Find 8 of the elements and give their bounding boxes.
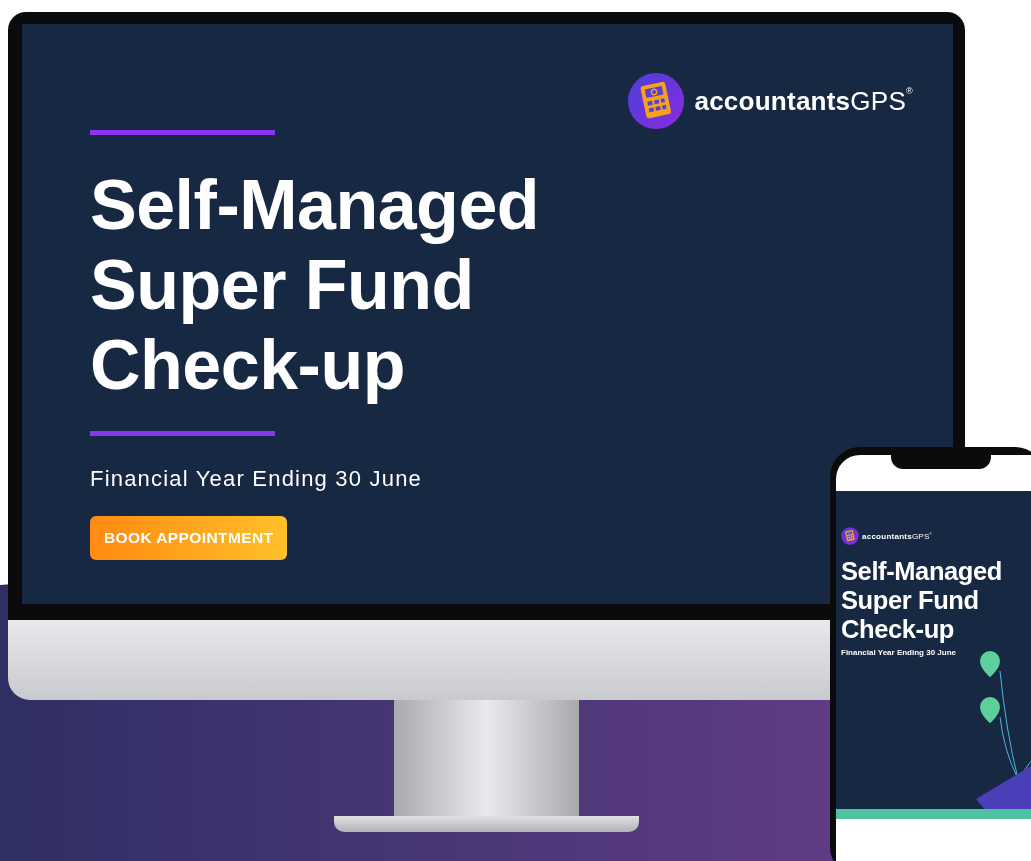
page-subtitle: Financial Year Ending 30 June — [841, 648, 957, 657]
page-title: Self-Managed Super Fund Check-up — [841, 557, 1003, 644]
book-appointment-button[interactable]: BOOK APPOINTMENT — [90, 516, 288, 560]
brand-name: accountantsGPS$^{®}$ — [694, 85, 913, 117]
page-title: Self-Managed Super Fund Check-up — [90, 165, 541, 405]
calculator-logo-icon — [841, 527, 859, 545]
calculator-logo-icon — [626, 72, 685, 130]
page-subtitle: Financial Year Ending 30 June — [90, 466, 424, 492]
